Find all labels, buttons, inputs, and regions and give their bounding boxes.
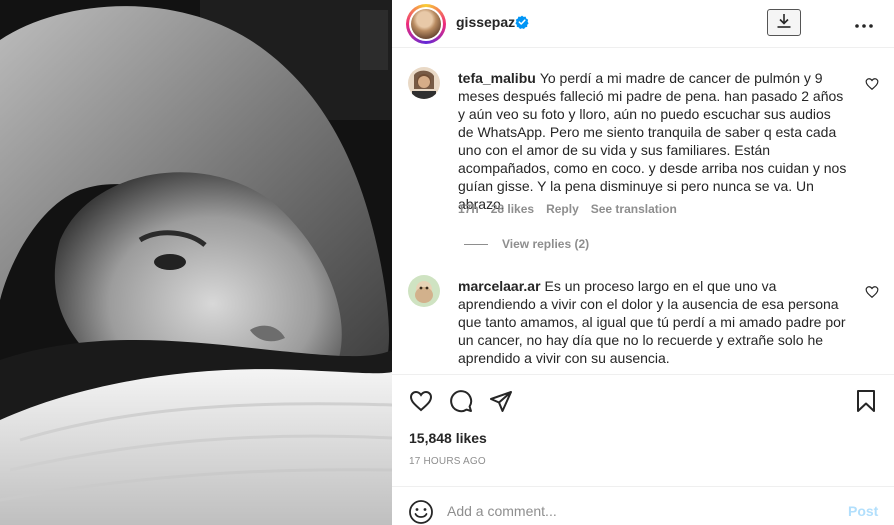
reply-button[interactable]: Reply xyxy=(546,202,579,216)
comment-username[interactable]: tefa_malibu xyxy=(458,70,536,86)
comment-text: Yo perdí a mi madre de cancer de pulmón … xyxy=(458,70,847,212)
comment-like-heart-icon[interactable] xyxy=(865,285,879,299)
comment-like-heart-icon[interactable] xyxy=(865,77,879,91)
comment-username[interactable]: marcelaar.ar xyxy=(458,278,541,294)
share-icon[interactable] xyxy=(489,389,513,413)
comment-body: marcelaar.ar Es un proceso largo en el qu… xyxy=(458,277,850,367)
more-options-button[interactable] xyxy=(852,12,876,36)
comment-input[interactable] xyxy=(447,499,827,523)
post-side-panel: gissepaz tefa_malibu Yo perdí a mi madre… xyxy=(392,0,894,525)
like-heart-icon[interactable] xyxy=(409,389,433,413)
author-username[interactable]: gissepaz xyxy=(456,14,515,30)
post-comment-button[interactable]: Post xyxy=(848,503,878,519)
comment-body: tefa_malibu Yo perdí a mi madre de cancer… xyxy=(458,69,850,213)
post-header: gissepaz xyxy=(392,0,894,48)
view-replies-label: View replies (2) xyxy=(502,237,590,251)
post-actions-bar xyxy=(392,374,894,424)
likes-count[interactable]: 15,848 likes xyxy=(409,430,487,446)
emoji-icon[interactable] xyxy=(408,499,434,525)
instagram-post-modal: gissepaz tefa_malibu Yo perdí a mi madre… xyxy=(0,0,894,525)
commenter-avatar[interactable] xyxy=(408,275,440,307)
download-icon xyxy=(775,12,793,33)
more-options-icon xyxy=(854,16,874,32)
add-comment-bar: Post xyxy=(392,486,894,525)
comment-age[interactable]: 17h xyxy=(458,202,479,216)
comments-list[interactable]: tefa_malibu Yo perdí a mi madre de cancer… xyxy=(392,49,894,374)
download-button[interactable] xyxy=(767,9,801,36)
post-photo[interactable] xyxy=(0,0,392,525)
verified-badge-icon xyxy=(515,15,529,29)
post-timestamp[interactable]: 17 HOURS AGO xyxy=(409,456,486,467)
replies-divider xyxy=(464,243,488,245)
post-image xyxy=(0,0,392,525)
comment-meta: 17h 28 likes Reply See translation xyxy=(458,202,677,216)
view-replies-button[interactable]: View replies (2) xyxy=(464,237,589,251)
bookmark-icon[interactable] xyxy=(854,389,878,413)
author-avatar[interactable] xyxy=(406,4,446,44)
commenter-avatar[interactable] xyxy=(408,67,440,99)
comment-likes[interactable]: 28 likes xyxy=(491,202,534,216)
see-translation-button[interactable]: See translation xyxy=(591,202,677,216)
comment-icon[interactable] xyxy=(449,389,473,413)
